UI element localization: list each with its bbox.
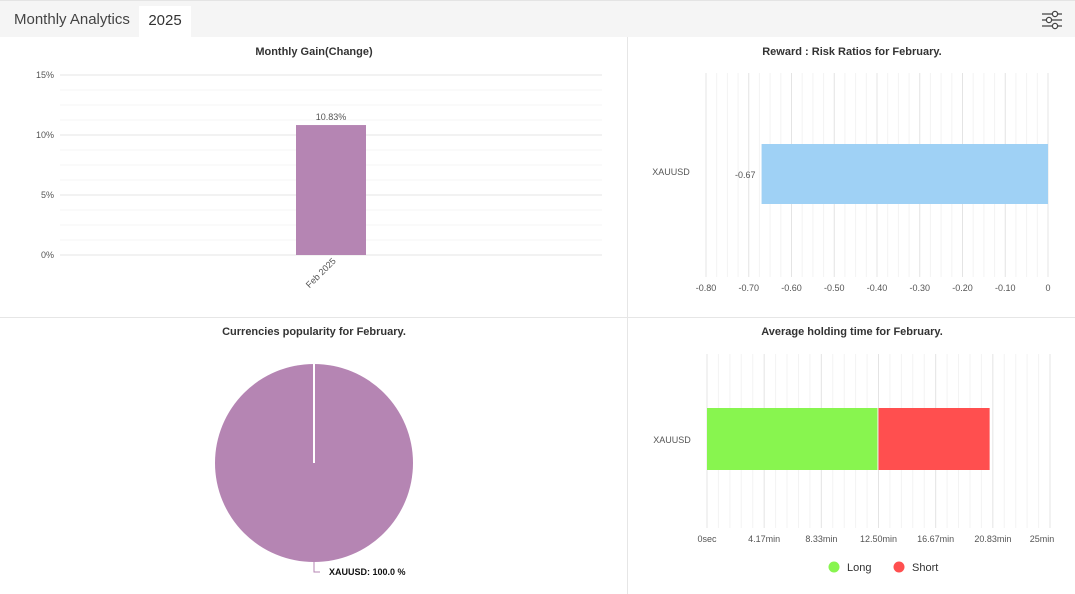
y-tick-label: 10% — [36, 130, 54, 140]
data-label: -0.67 — [735, 170, 756, 180]
bar[interactable] — [296, 125, 366, 255]
x-tick-label: 25min — [1030, 534, 1055, 544]
monthly-gain-panel: Monthly Gain(Change) 0% 5% 10% 15% 10.83% Fe… — [0, 37, 628, 318]
x-tick-label: -0.50 — [824, 283, 845, 293]
x-tick-label: 12.50min — [860, 534, 897, 544]
holding-time-chart: Average holding time for February. XAUUS… — [653, 326, 1055, 575]
y-tick-label: 15% — [36, 70, 54, 80]
bar-short[interactable] — [878, 408, 990, 470]
x-tick-label: 4.17min — [748, 534, 780, 544]
y-tick-label: XAUUSD — [653, 435, 691, 445]
legend-marker — [828, 561, 840, 573]
x-tick-label: -0.80 — [696, 283, 717, 293]
year-tab[interactable]: 2025 — [139, 6, 191, 38]
currencies-pie-chart: Currencies popularity for February. XAUU… — [215, 326, 413, 577]
bar[interactable] — [761, 144, 1048, 204]
chart-title: Monthly Gain(Change) — [255, 46, 373, 58]
x-tick-label: -0.20 — [952, 283, 973, 293]
legend-item-short[interactable]: Short — [893, 561, 939, 575]
monthly-gain-chart: Monthly Gain(Change) 0% 5% 10% 15% 10.83% Fe… — [36, 46, 602, 290]
legend-marker — [893, 561, 905, 573]
reward-risk-panel: Reward : Risk Ratios for February. -0.67… — [628, 37, 1075, 318]
page-title: Monthly Analytics — [14, 11, 130, 28]
label-connector — [313, 562, 320, 573]
x-tick-label: 20.83min — [974, 534, 1011, 544]
x-tick-label: 16.67min — [917, 534, 954, 544]
x-tick-label: -0.60 — [781, 283, 802, 293]
x-tick-label: 0sec — [697, 534, 717, 544]
x-tick-label: 0 — [1045, 283, 1050, 293]
y-tick-label: 5% — [41, 190, 54, 200]
legend-item-long[interactable]: Long — [828, 561, 872, 575]
currencies-popularity-panel: Currencies popularity for February. XAUU… — [0, 318, 628, 594]
chart-title: Reward : Risk Ratios for February. — [762, 46, 942, 58]
x-tick-label: -0.40 — [867, 283, 888, 293]
sliders-icon[interactable] — [1040, 9, 1064, 31]
y-tick-label: 0% — [41, 250, 54, 260]
chart-title: Currencies popularity for February. — [222, 326, 406, 338]
reward-risk-chart: Reward : Risk Ratios for February. -0.67… — [652, 46, 1050, 293]
chart-title: Average holding time for February. — [761, 326, 943, 338]
x-tick-label: -0.30 — [909, 283, 930, 293]
x-tick-label: 8.33min — [805, 534, 837, 544]
x-tick-label: -0.10 — [995, 283, 1016, 293]
bar-long[interactable] — [707, 408, 878, 470]
holding-time-panel: Average holding time for February. XAUUS… — [628, 318, 1075, 594]
x-tick-label: Feb 2025 — [304, 256, 338, 290]
x-tick-label: -0.70 — [738, 283, 759, 293]
data-label: 10.83% — [316, 112, 347, 122]
legend-label: Long — [847, 562, 871, 574]
legend-label: Short — [912, 562, 938, 574]
y-tick-label: XAUUSD — [652, 167, 690, 177]
data-label: XAUUSD: 100.0 % — [329, 567, 406, 577]
header: Monthly Analytics 2025 — [0, 0, 1075, 38]
